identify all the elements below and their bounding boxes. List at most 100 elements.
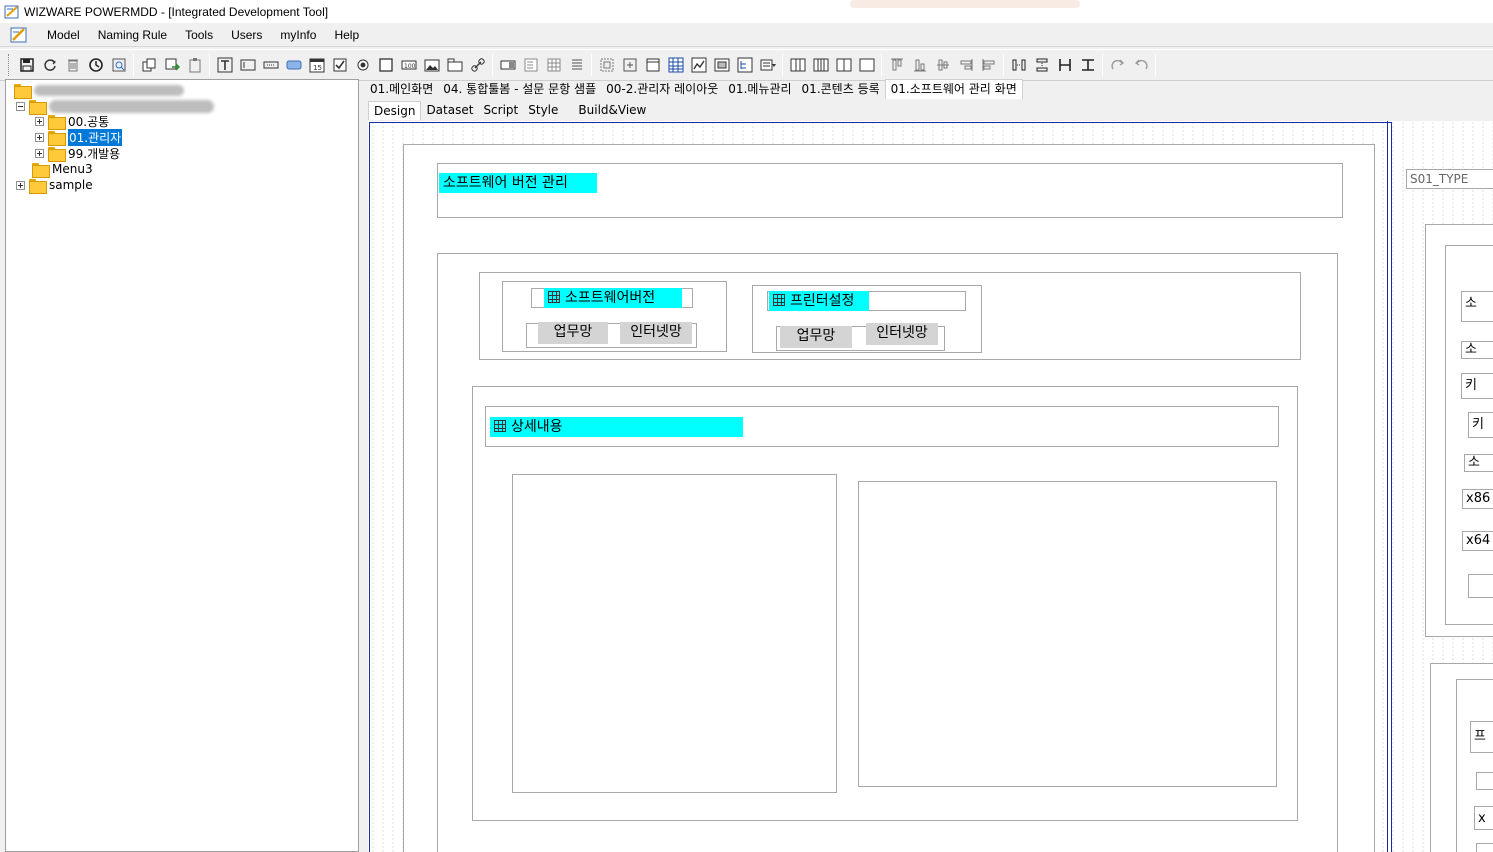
menu-tool-icon[interactable]: [756, 54, 779, 77]
paste-icon[interactable]: [183, 54, 206, 77]
tab-tool-icon[interactable]: [443, 54, 466, 77]
right-field-2[interactable]: 소: [1461, 341, 1493, 359]
software-internet-button[interactable]: 인터넷망: [620, 322, 692, 344]
detail-label[interactable]: 상세내용: [490, 417, 743, 437]
tree-item-label[interactable]: 01.관리자: [68, 128, 123, 146]
history-icon[interactable]: [84, 54, 107, 77]
chart-tool-icon[interactable]: [687, 54, 710, 77]
right-field-9[interactable]: x: [1474, 806, 1493, 830]
frame-tool-icon[interactable]: [710, 54, 733, 77]
layout-single-icon[interactable]: [855, 54, 878, 77]
space-vertical-icon[interactable]: [1030, 54, 1053, 77]
grid-tool-icon[interactable]: [542, 54, 565, 77]
export-icon[interactable]: [160, 54, 183, 77]
tree-tool-icon[interactable]: [733, 54, 756, 77]
page-title-label[interactable]: 소프트웨어 버전 관리: [439, 173, 597, 193]
doc-tab-menu[interactable]: 01.메뉴관리: [723, 80, 796, 99]
spin-tool-icon[interactable]: 100: [397, 54, 420, 77]
expand-icon[interactable]: [35, 148, 44, 158]
same-height-icon[interactable]: [1076, 54, 1099, 77]
s01-type-field[interactable]: S01_TYPE: [1406, 169, 1493, 189]
expand-icon[interactable]: [16, 180, 25, 190]
same-width-icon[interactable]: [1053, 54, 1076, 77]
doc-tab-main[interactable]: 01.메인화면: [365, 80, 438, 99]
tree-item-admin[interactable]: 01.관리자: [35, 128, 123, 146]
undo-icon[interactable]: [1129, 54, 1152, 77]
tree-project[interactable]: [16, 98, 214, 115]
right-field-8[interactable]: 프: [1470, 721, 1493, 753]
tree-item-label[interactable]: Menu3: [52, 162, 93, 176]
software-work-button[interactable]: 업무망: [538, 322, 608, 344]
right-field-blank-2[interactable]: [1476, 772, 1493, 790]
align-center-icon[interactable]: [931, 54, 954, 77]
detail-left-panel[interactable]: [512, 474, 837, 793]
right-field-blank-3[interactable]: [1476, 843, 1493, 852]
menu-tools[interactable]: Tools: [176, 24, 222, 46]
software-version-label[interactable]: 소프트웨어버전: [544, 288, 682, 308]
collapse-icon[interactable]: [16, 101, 25, 111]
printer-work-button[interactable]: 업무망: [780, 326, 852, 348]
edit-tool-icon[interactable]: [259, 54, 282, 77]
checkbox-tool-icon[interactable]: [328, 54, 351, 77]
combo-tool-icon[interactable]: [496, 54, 519, 77]
tree-item-common[interactable]: 00.공통: [35, 113, 109, 130]
redo-icon[interactable]: [1106, 54, 1129, 77]
align-top-icon[interactable]: [885, 54, 908, 77]
toolbar-grip[interactable]: [8, 54, 11, 76]
form-tool-icon[interactable]: [641, 54, 664, 77]
doc-tab-admin-layout[interactable]: 00-2.관리자 레이아웃: [601, 80, 723, 99]
printer-internet-button[interactable]: 인터넷망: [866, 323, 938, 345]
layout-split-icon[interactable]: [832, 54, 855, 77]
button-tool-icon[interactable]: [282, 54, 305, 77]
menu-myinfo[interactable]: myInfo: [271, 24, 325, 46]
tab-dataset[interactable]: Dataset: [421, 101, 478, 120]
menu-help[interactable]: Help: [325, 24, 368, 46]
doc-tab-content[interactable]: 01.콘텐츠 등록: [797, 80, 885, 99]
tree-root[interactable]: [14, 82, 184, 99]
calendar-tool-icon[interactable]: 15: [305, 54, 328, 77]
radio-tool-icon[interactable]: [351, 54, 374, 77]
div-tool-icon[interactable]: [595, 54, 618, 77]
link-tool-icon[interactable]: [466, 54, 489, 77]
printer-setting-label[interactable]: 프린터설정: [769, 291, 869, 311]
detail-right-panel[interactable]: [858, 481, 1277, 787]
textarea-tool-icon[interactable]: [565, 54, 588, 77]
right-field-4[interactable]: 키: [1468, 412, 1493, 438]
menu-model[interactable]: Model: [38, 24, 89, 46]
doc-tab-software[interactable]: 01.소프트웨어 관리 화면: [884, 79, 1023, 99]
right-field-6[interactable]: x86: [1462, 489, 1493, 509]
tree-item-dev[interactable]: 99.개발용: [35, 145, 120, 162]
tree-item-label[interactable]: sample: [49, 178, 93, 192]
align-bottom-icon[interactable]: [908, 54, 931, 77]
tree-item-menu3[interactable]: Menu3: [32, 161, 93, 178]
right-field-blank[interactable]: [1468, 574, 1493, 598]
tab-design[interactable]: Design: [368, 101, 422, 120]
doc-tab-survey[interactable]: 04. 통합툴봄 - 설문 문항 샘플: [438, 80, 601, 99]
tab-script[interactable]: Script: [478, 101, 523, 120]
copy-icon[interactable]: [137, 54, 160, 77]
refresh-icon[interactable]: [38, 54, 61, 77]
label-tool-icon[interactable]: [236, 54, 259, 77]
tree-item-sample[interactable]: sample: [16, 177, 93, 194]
expand-icon[interactable]: [35, 132, 44, 142]
right-field-5[interactable]: 소: [1464, 454, 1493, 472]
tab-style[interactable]: Style: [523, 101, 563, 120]
delete-icon[interactable]: [61, 54, 84, 77]
space-horizontal-icon[interactable]: [1007, 54, 1030, 77]
menu-users[interactable]: Users: [222, 24, 271, 46]
static-tool-icon[interactable]: [374, 54, 397, 77]
layout-h3-icon[interactable]: [809, 54, 832, 77]
tree-item-label[interactable]: 99.개발용: [68, 145, 120, 162]
preview-icon[interactable]: [107, 54, 130, 77]
shape-tool-icon[interactable]: [618, 54, 641, 77]
align-right-icon[interactable]: [954, 54, 977, 77]
project-tree[interactable]: 00.공통 01.관리자 99.개발용 Menu3 sample: [5, 79, 359, 852]
tree-item-label[interactable]: 00.공통: [68, 113, 109, 130]
save-icon[interactable]: [15, 54, 38, 77]
table-tool-icon[interactable]: [664, 54, 687, 77]
layout-h2-icon[interactable]: [786, 54, 809, 77]
tab-build-view[interactable]: Build&View: [573, 101, 651, 120]
text-tool-icon[interactable]: [213, 54, 236, 77]
right-field-3[interactable]: 키: [1461, 373, 1493, 399]
listbox-tool-icon[interactable]: [519, 54, 542, 77]
